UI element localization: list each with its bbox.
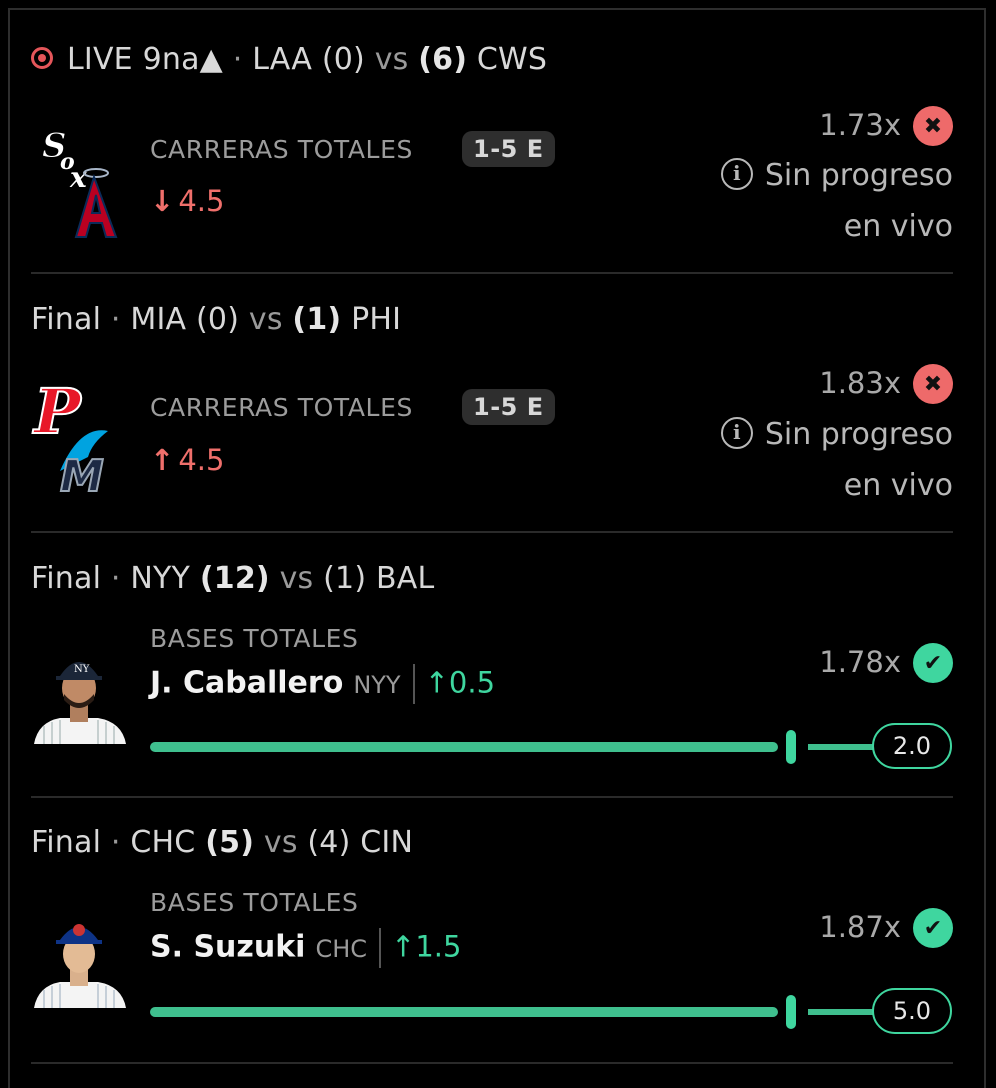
progress-target-value: 2.0 bbox=[872, 723, 952, 769]
player-name: J. Caballero bbox=[150, 665, 344, 701]
away-score: (0) bbox=[196, 302, 240, 337]
market-label: BASES TOTALES bbox=[150, 888, 359, 917]
market-label: CARRERAS TOTALES bbox=[150, 135, 413, 164]
away-score: (12) bbox=[199, 561, 270, 596]
info-text-line2: en vivo bbox=[843, 209, 953, 244]
player-line: S. Suzuki CHC ↑1.5 bbox=[150, 928, 461, 968]
multiplier: 1.87x bbox=[819, 910, 901, 944]
player-line: J. Caballero NYY ↑0.5 bbox=[150, 664, 495, 704]
info-text-line1: Sin progreso bbox=[764, 158, 953, 193]
home-team: BAL bbox=[375, 561, 435, 596]
pick-value: 1.5 bbox=[415, 929, 462, 964]
player-team: CHC bbox=[315, 934, 368, 963]
game-header[interactable]: Final · NYY (12) vs (1) BAL bbox=[31, 561, 434, 596]
bet-type-badge: 1-5 E bbox=[462, 389, 555, 425]
game-status: LIVE 9na▲ bbox=[67, 42, 223, 77]
arrow-down-icon: ↓ bbox=[150, 184, 175, 218]
away-team: LAA bbox=[252, 42, 313, 77]
divider bbox=[31, 272, 953, 274]
home-score: (4) bbox=[307, 825, 351, 860]
pick-value: 4.5 bbox=[178, 443, 225, 477]
multiplier: 1.73x bbox=[819, 108, 901, 142]
lost-x-icon: ✖ bbox=[913, 364, 953, 404]
info-icon[interactable]: i bbox=[720, 157, 753, 190]
won-check-icon: ✔ bbox=[913, 908, 953, 948]
pick-value: 0.5 bbox=[448, 665, 496, 700]
multiplier: 1.78x bbox=[819, 645, 901, 679]
player-avatar: NY bbox=[30, 646, 128, 744]
separator: · bbox=[232, 42, 243, 77]
arrow-up-icon: ↑ bbox=[424, 665, 449, 700]
vs-label: vs bbox=[263, 825, 298, 860]
player-team: NYY bbox=[353, 670, 401, 699]
divider-bar bbox=[412, 664, 415, 704]
home-team: CIN bbox=[360, 825, 414, 860]
svg-text:NY: NY bbox=[74, 664, 90, 675]
vs-label: vs bbox=[374, 42, 409, 77]
away-team: MIA bbox=[130, 302, 187, 337]
player-name: S. Suzuki bbox=[150, 929, 306, 965]
pick-line: ↑ 4.5 bbox=[150, 443, 224, 477]
game-status: Final bbox=[31, 561, 102, 596]
progress-target-value: 5.0 bbox=[872, 988, 952, 1034]
away-team: NYY bbox=[130, 561, 191, 596]
divider bbox=[31, 531, 953, 533]
home-score: (1) bbox=[323, 561, 367, 596]
phillies-logo: P bbox=[31, 375, 84, 449]
progress-marker bbox=[786, 730, 796, 764]
separator: · bbox=[110, 302, 121, 337]
arrow-up-icon: ↑ bbox=[150, 443, 175, 477]
home-score: (1) bbox=[292, 302, 342, 337]
pick-line: ↓ 4.5 bbox=[150, 184, 224, 218]
market-label: CARRERAS TOTALES bbox=[150, 393, 413, 422]
progress-marker bbox=[786, 995, 796, 1029]
arrow-up-icon: ↑ bbox=[391, 929, 416, 964]
live-indicator-icon bbox=[31, 46, 53, 69]
white-sox-logo: S o x bbox=[42, 126, 88, 195]
svg-text:x: x bbox=[69, 161, 87, 194]
player-avatar bbox=[30, 910, 128, 1008]
game-status: Final bbox=[31, 825, 102, 860]
game-status: Final bbox=[31, 302, 102, 337]
home-score: (6) bbox=[418, 42, 468, 77]
home-team: PHI bbox=[351, 302, 402, 337]
info-icon[interactable]: i bbox=[720, 416, 753, 449]
no-live-progress-note[interactable]: i Sin progreso en vivo bbox=[720, 409, 953, 511]
market-label: BASES TOTALES bbox=[150, 624, 359, 653]
game-header[interactable]: Final · CHC (5) vs (4) CIN bbox=[31, 825, 413, 860]
divider bbox=[31, 796, 953, 798]
phillies-marlins-logo: P M bbox=[31, 375, 108, 503]
vs-label: vs bbox=[279, 561, 314, 596]
progress-bar-remaining bbox=[808, 1009, 874, 1015]
svg-text:P: P bbox=[32, 375, 83, 448]
separator: · bbox=[110, 825, 121, 860]
svg-text:M: M bbox=[60, 451, 104, 502]
divider bbox=[31, 1062, 953, 1064]
info-text-line2: en vivo bbox=[843, 468, 953, 503]
divider-bar bbox=[379, 928, 382, 968]
won-check-icon: ✔ bbox=[913, 643, 953, 683]
vs-label: vs bbox=[248, 302, 283, 337]
lost-x-icon: ✖ bbox=[913, 106, 953, 146]
pick-value: 4.5 bbox=[178, 184, 225, 218]
white-sox-angels-logo: S o x bbox=[42, 126, 118, 238]
game-header[interactable]: Final · MIA (0) vs (1) PHI bbox=[31, 302, 401, 337]
away-score: (0) bbox=[321, 42, 365, 77]
progress-bar-fill bbox=[150, 1007, 778, 1017]
bet-type-badge: 1-5 E bbox=[462, 131, 555, 167]
home-team: CWS bbox=[476, 42, 548, 77]
multiplier: 1.83x bbox=[819, 366, 901, 400]
progress-bar-fill bbox=[150, 742, 778, 752]
separator: · bbox=[110, 561, 121, 596]
away-team: CHC bbox=[130, 825, 196, 860]
no-live-progress-note[interactable]: i Sin progreso en vivo bbox=[720, 150, 953, 252]
info-text-line1: Sin progreso bbox=[764, 417, 953, 452]
progress-bar-remaining bbox=[808, 744, 874, 750]
game-header[interactable]: LIVE 9na▲ · LAA (0) vs (6) CWS bbox=[31, 42, 547, 77]
away-score: (5) bbox=[205, 825, 255, 860]
